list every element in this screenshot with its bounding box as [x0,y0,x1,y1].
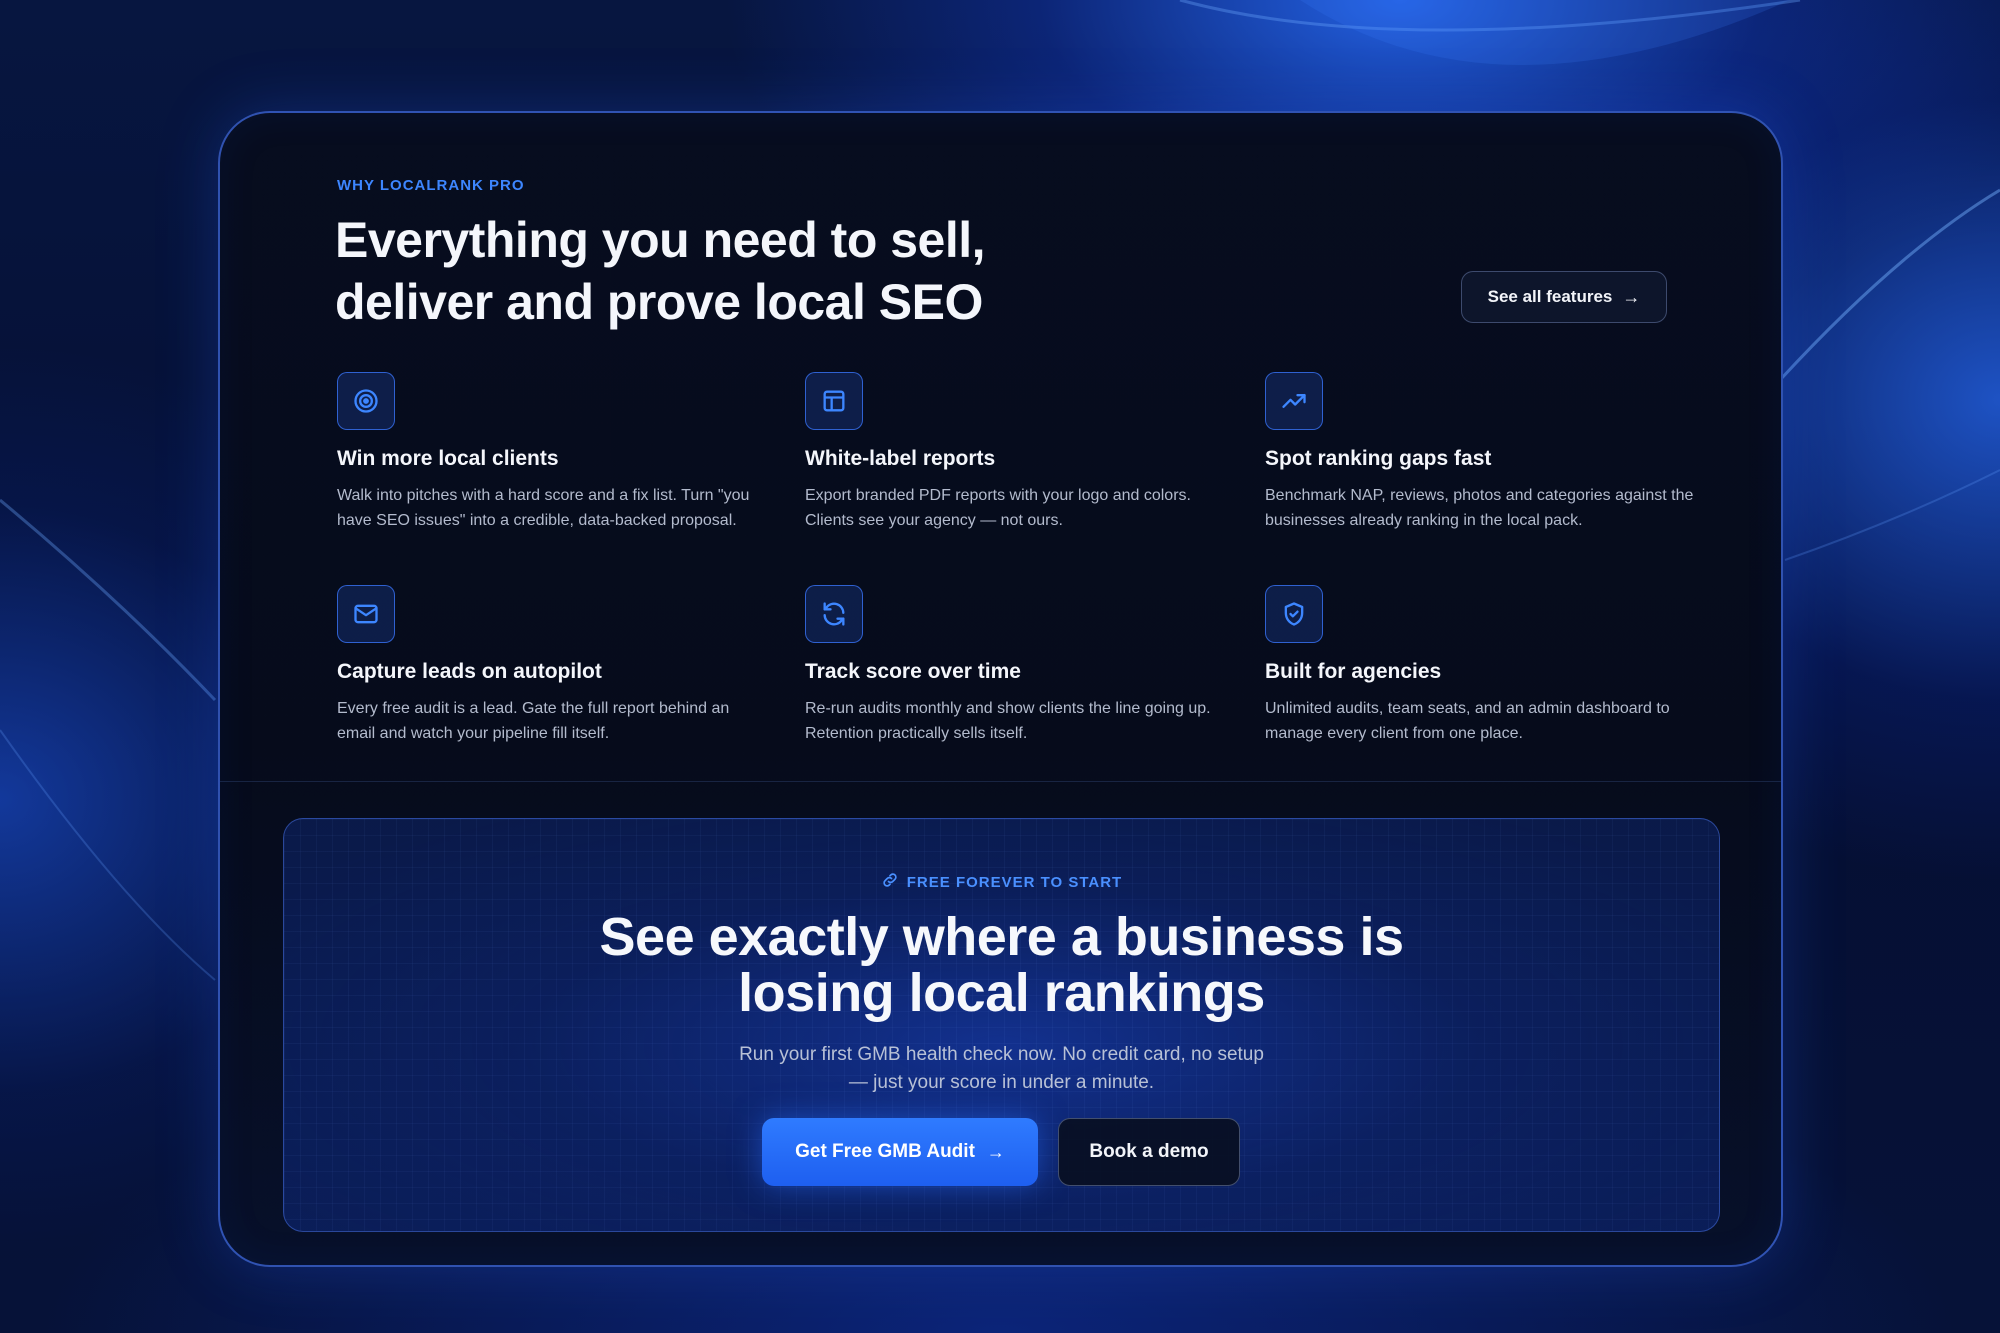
see-all-features-button[interactable]: See all features → [1461,271,1667,323]
cta-subtitle: Run your first GMB health check now. No … [284,1041,1719,1097]
see-all-features-label: See all features [1487,287,1613,306]
feature-white-label-reports: White-label reports Export branded PDF r… [805,372,1235,533]
cta-eyebrow: FREE FOREVER TO START [284,871,1719,893]
feature-title: White-label reports [805,447,996,470]
arrow-right-icon: → [986,1141,1005,1162]
feature-ranking-gaps: Spot ranking gaps fast Benchmark NAP, re… [1265,372,1695,533]
get-free-audit-button[interactable]: Get Free GMB Audit → [762,1118,1038,1186]
feature-description: Walk into pitches with a hard score and … [337,487,750,529]
book-demo-label: Book a demo [1089,1141,1209,1162]
arrow-right-icon: → [1622,286,1641,307]
feature-win-clients: Win more local clients Walk into pitches… [337,372,767,533]
headline-line-1: Everything you need to sell, [335,212,986,268]
book-demo-button[interactable]: Book a demo [1058,1118,1240,1186]
link-icon [881,871,899,893]
section-headline: Everything you need to sell, deliver and… [335,209,1235,333]
layout-icon [805,372,863,430]
feature-built-for-agencies: Built for agencies Unlimited audits, tea… [1265,585,1695,746]
cta-subtitle-line-2: — just your score in under a minute. [848,1072,1155,1093]
cta-eyebrow-label: FREE FOREVER TO START [906,873,1123,891]
cta-subtitle-line-1: Run your first GMB health check now. No … [739,1044,1264,1065]
headline-line-2: deliver and prove local SEO [335,274,983,330]
feature-title: Win more local clients [337,447,559,470]
feature-description: Unlimited audits, team seats, and an adm… [1265,700,1670,742]
section-divider [220,781,1781,782]
refresh-icon [805,585,863,643]
target-icon [337,372,395,430]
section-eyebrow: WHY LOCALRANK PRO [337,177,525,194]
feature-title: Built for agencies [1265,660,1442,683]
features-card: WHY LOCALRANK PRO Everything you need to… [218,111,1783,1267]
mail-icon [337,585,395,643]
trending-up-icon [1265,372,1323,430]
get-free-audit-label: Get Free GMB Audit [795,1141,975,1162]
feature-title: Capture leads on autopilot [337,660,602,683]
feature-description: Benchmark NAP, reviews, photos and categ… [1265,487,1694,529]
feature-capture-leads: Capture leads on autopilot Every free au… [337,585,767,746]
feature-title: Spot ranking gaps fast [1265,447,1492,470]
feature-track-score: Track score over time Re-run audits mont… [805,585,1235,746]
cta-title-line-2: losing local rankings [738,963,1265,1023]
feature-description: Export branded PDF reports with your log… [805,487,1191,529]
cta-panel: FREE FOREVER TO START See exactly where … [283,818,1720,1232]
cta-title: See exactly where a business is losing l… [284,909,1719,1021]
feature-description: Re-run audits monthly and show clients t… [805,700,1211,742]
feature-title: Track score over time [805,660,1021,683]
cta-title-line-1: See exactly where a business is [599,907,1404,967]
shield-check-icon [1265,585,1323,643]
feature-description: Every free audit is a lead. Gate the ful… [337,700,730,742]
